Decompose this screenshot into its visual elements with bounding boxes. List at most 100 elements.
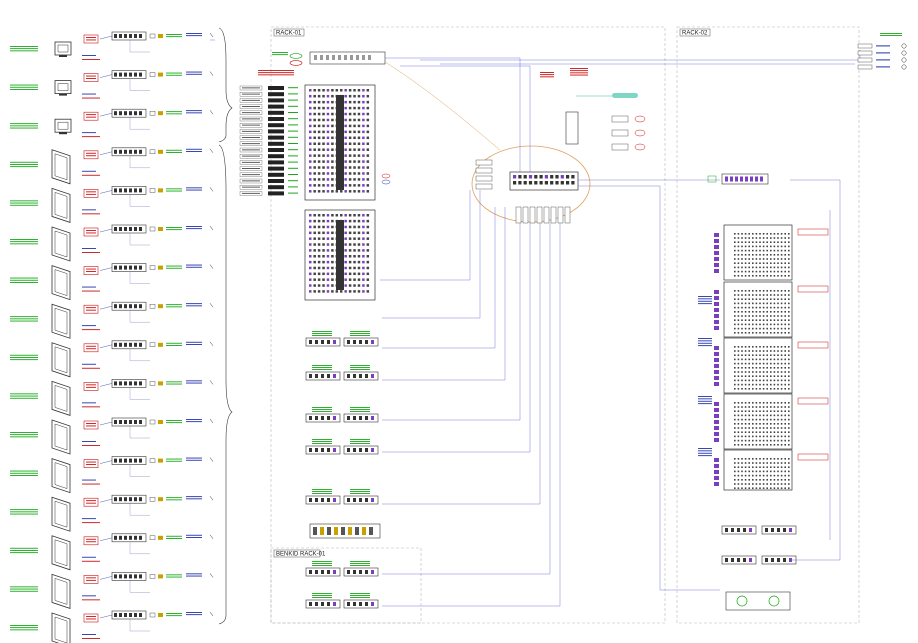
text-stub [166,34,182,35]
matrix-point [734,332,736,334]
text-stub [82,595,96,597]
matrix-point [748,294,750,296]
port [124,535,127,540]
card-port [348,219,352,223]
matrix-point [762,323,765,326]
text-stub [166,342,182,344]
monitor-screen [57,121,69,130]
matrix-point [734,311,736,313]
switch-port [555,181,559,185]
connector [149,342,156,347]
matrix-point [734,474,736,477]
matrix-point [744,388,747,390]
matrix-point [759,462,761,464]
cable-bundle [268,92,284,97]
port [327,527,331,535]
cable-bundle [268,154,284,159]
port [129,381,132,386]
matrix-point [759,233,761,235]
card-port [362,266,365,270]
matrix-point [770,427,772,429]
port [129,265,132,270]
matrix-point [744,479,747,481]
text-stub [86,386,96,388]
matrix-point [748,327,750,330]
card-port [366,190,370,193]
matrix-point [773,254,776,256]
card-port [366,237,370,240]
matrix-point [784,262,786,264]
monitor-base [59,93,67,96]
matrix-point [734,479,736,481]
text-stub [86,75,96,77]
matrix-point [748,462,750,464]
card-port [309,154,312,157]
cable-line [578,185,720,591]
card-port [331,272,334,276]
matrix-point [770,458,772,460]
matrix-point [766,406,768,408]
matrix-point [755,332,758,334]
matrix-point [770,346,772,348]
card-port [326,94,330,98]
port [124,72,127,77]
left-braces [218,27,233,625]
text-stub [186,266,202,268]
card-port [353,184,356,187]
card-port [309,266,312,270]
port [353,340,356,344]
fiber-module [529,206,536,224]
matrix-point [773,350,776,352]
cable [99,576,113,580]
card-port [353,214,356,217]
port [730,176,733,182]
matrix-point [784,435,786,438]
matrix-point [748,388,750,390]
card-port [366,184,370,187]
matrix-point [780,327,783,330]
port [114,574,117,579]
text-stub [312,595,332,596]
rj45-connector [857,57,873,63]
text-stub [10,397,38,399]
port [777,528,780,532]
matrix-point [734,427,736,429]
matrix-point [766,315,768,317]
card-port [326,118,330,122]
card-port [326,255,330,258]
matrix-point [752,358,754,361]
matrix-point [777,375,779,377]
text-stub [10,200,38,202]
fiber-module [515,206,522,224]
card-port [357,214,361,217]
matrix-point [734,266,736,269]
text-stub [10,511,38,513]
matrix-point [773,294,776,296]
port [119,304,122,309]
red-device-tag [83,304,99,314]
rj45-connector [857,64,873,70]
cable-bundle [268,160,284,165]
matrix-point [780,444,783,446]
cable-bundle [268,104,284,109]
text-stub [242,118,260,120]
switch-port [534,181,538,185]
matrix-point [744,474,747,477]
card-port [348,266,352,270]
matrix-point [748,410,750,412]
text-stub [10,86,38,88]
cable [129,619,150,632]
card-port [366,112,370,116]
card-port [322,190,325,193]
card-port [313,243,316,246]
cable-line [790,179,841,561]
matrix-point [737,311,740,313]
red-device-tag [83,382,99,391]
matrix-point [759,237,761,239]
text-stub [312,335,332,336]
card-port [326,278,330,281]
matrix-point [784,431,786,433]
endpoint-row [10,70,214,99]
matrix-point [784,311,786,313]
matrix-point [788,479,790,481]
